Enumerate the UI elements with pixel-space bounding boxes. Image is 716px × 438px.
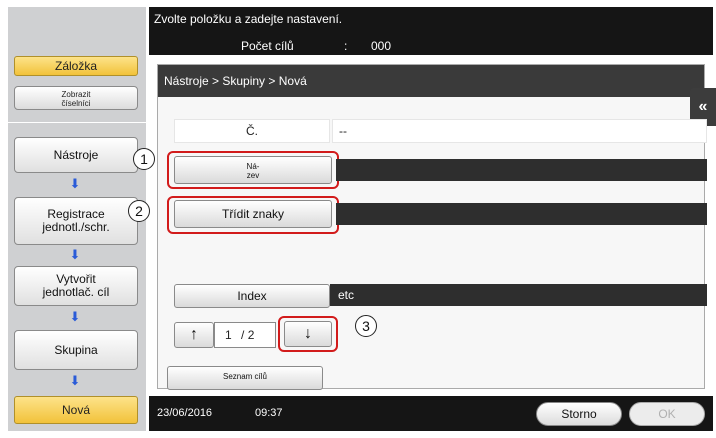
- page-indicator: 1 / 2: [214, 322, 276, 348]
- target-list-button[interactable]: Seznam cílů: [167, 366, 323, 390]
- header-bar: Zvolte položku a zadejte nastavení. Poče…: [149, 7, 713, 55]
- breadcrumb: Nástroje > Skupiny > Nová: [158, 65, 704, 97]
- name-field[interactable]: [336, 159, 707, 181]
- show-keypad-button[interactable]: Zobrazit číselníci: [14, 86, 138, 110]
- target-count-label: Počet cílů: [241, 39, 294, 53]
- target-count-separator: :: [344, 39, 348, 53]
- callout-2: 2: [128, 200, 150, 222]
- sidebar-step-registration[interactable]: Registrace jednotl./schr.: [14, 197, 138, 245]
- instruction-text: Zvolte položku a zadejte nastavení.: [154, 12, 343, 26]
- bookmark-button[interactable]: Záložka: [14, 56, 138, 76]
- page-current: 1: [225, 328, 232, 342]
- sort-chars-button[interactable]: Třídit znaky: [174, 200, 332, 228]
- index-button[interactable]: Index: [174, 284, 330, 308]
- sort-chars-field[interactable]: [336, 203, 707, 225]
- sidebar-step-new[interactable]: Nová: [14, 396, 138, 424]
- sidebar-step-tools[interactable]: Nástroje: [14, 137, 138, 173]
- target-count-value: 000: [371, 39, 392, 53]
- page-up-button[interactable]: ↑: [174, 322, 214, 348]
- arrow-up-icon: ↑: [190, 326, 198, 343]
- number-label: Č.: [174, 119, 330, 143]
- index-field[interactable]: etc: [330, 284, 707, 306]
- double-chevron-left-icon: «: [698, 98, 708, 115]
- arrow-down-icon: ⬇: [69, 373, 81, 388]
- callout-3: 3: [355, 315, 377, 337]
- arrow-down-icon: ⬇: [69, 176, 81, 191]
- page-total: / 2: [241, 328, 255, 342]
- sidebar-divider: [8, 122, 146, 123]
- page-down-button[interactable]: ↓: [284, 321, 332, 347]
- arrow-down-icon: ⬇: [69, 309, 81, 324]
- arrow-down-icon: ↓: [304, 325, 312, 342]
- footer-bar: 23/06/2016 09:37 Storno OK: [149, 396, 713, 431]
- name-button[interactable]: Ná- zev: [174, 156, 332, 184]
- cancel-button[interactable]: Storno: [536, 402, 622, 426]
- callout-1: 1: [133, 148, 155, 170]
- ok-button[interactable]: OK: [629, 402, 705, 426]
- arrow-down-icon: ⬇: [69, 247, 81, 262]
- sidebar-step-create-target[interactable]: Vytvořit jednotlač. cíl: [14, 266, 138, 306]
- sidebar-step-group[interactable]: Skupina: [14, 330, 138, 370]
- number-value: --: [332, 119, 707, 143]
- time-text: 09:37: [255, 407, 283, 419]
- date-text: 23/06/2016: [157, 407, 213, 419]
